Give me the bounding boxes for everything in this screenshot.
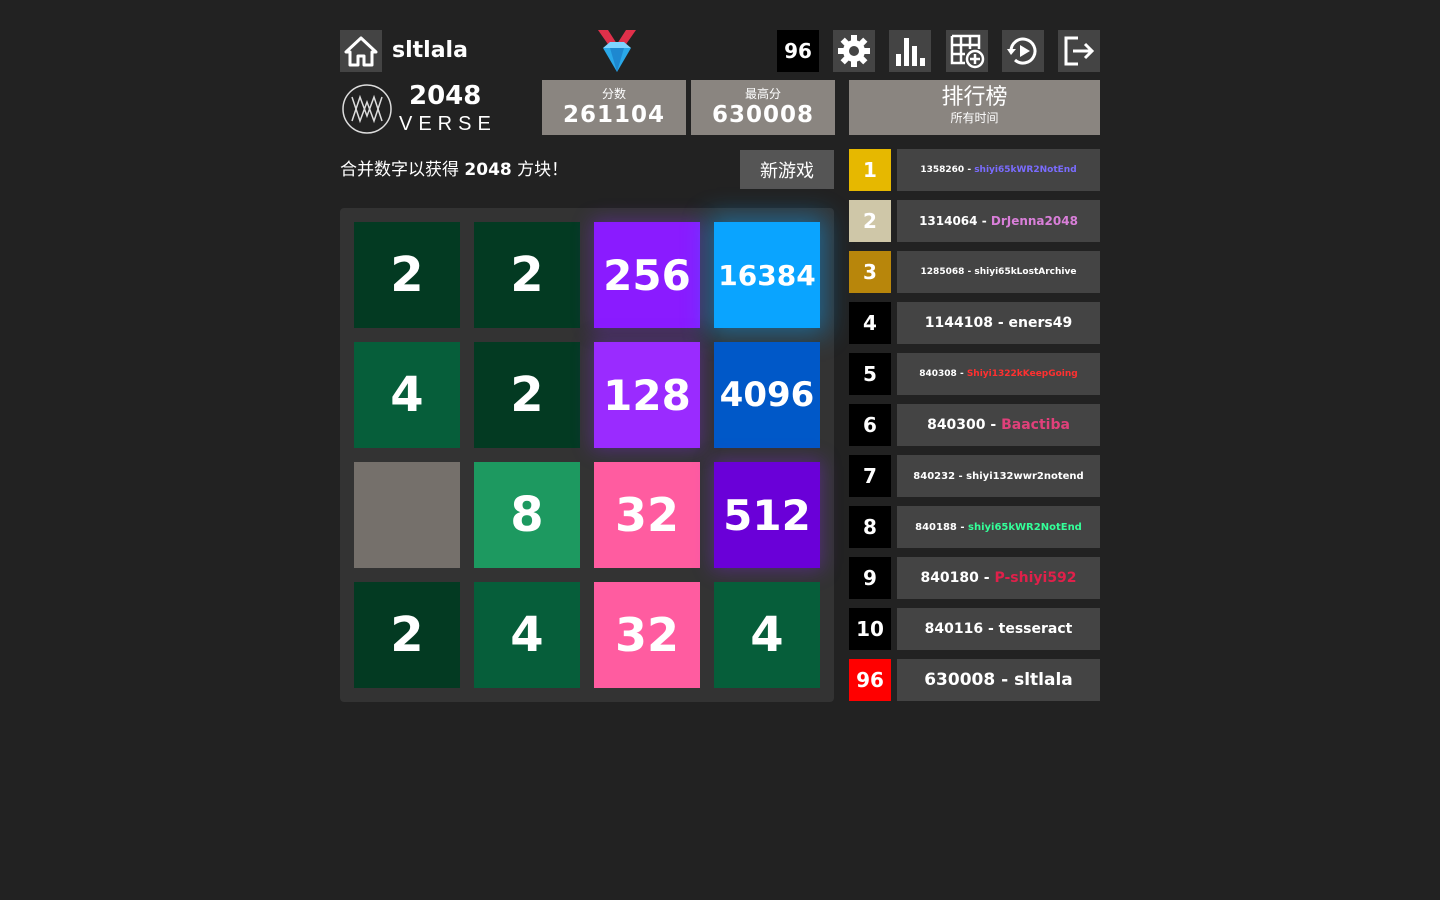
leaderboard-score: 1314064 - (919, 214, 991, 228)
stats-button[interactable] (889, 30, 931, 72)
leaderboard-player-name: DrJenna2048 (990, 214, 1078, 228)
leaderboard-rank: 6 (849, 404, 891, 446)
leaderboard-entry[interactable]: 1285068 - shiyi65kLostArchive (897, 251, 1100, 293)
logout-button[interactable] (1058, 30, 1100, 72)
leaderboard-player-name: Baactiba (1001, 417, 1070, 433)
empty-tile (354, 462, 460, 568)
new-game-button[interactable]: 新游戏 (740, 150, 834, 189)
leaderboard-score: 840232 - (913, 470, 967, 482)
new-board-button[interactable] (946, 30, 988, 72)
leaderboard-rank: 10 (849, 608, 891, 650)
replay-button[interactable] (1002, 30, 1044, 72)
game-logo-icon (340, 82, 394, 136)
leaderboard-entry[interactable]: 840308 - Shiyi1322kKeepGoing (897, 353, 1100, 395)
leaderboard-rank: 4 (849, 302, 891, 344)
leaderboard-score: 1285068 - (920, 267, 975, 277)
leaderboard-score: 840116 - (924, 621, 999, 637)
leaderboard-rank: 5 (849, 353, 891, 395)
leaderboard-entry[interactable]: 1144108 - eners49 (897, 302, 1100, 344)
home-icon (344, 35, 378, 67)
leaderboard-rank: 2 (849, 200, 891, 242)
tile-32: 32 (594, 582, 700, 688)
leaderboard-player-name: eners49 (1008, 315, 1073, 331)
leaderboard-player-name: P-shiyi592 (994, 570, 1077, 586)
leaderboard-entry[interactable]: 1314064 - DrJenna2048 (897, 200, 1100, 242)
grid-add-icon (949, 33, 985, 69)
leaderboard-player-name: shiyi65kLostArchive (974, 267, 1077, 277)
leaderboard-player-name: shiyi65kWR2NotEnd (968, 521, 1082, 533)
leaderboard-rank: 8 (849, 506, 891, 548)
logo-title: 2048 (409, 81, 482, 111)
score-value: 261104 (562, 102, 666, 128)
best-score-value: 630008 (711, 102, 815, 128)
leaderboard-score: 840180 - (920, 570, 995, 586)
leaderboard-score: 840300 - (927, 417, 1002, 433)
leaderboard-rank: 1 (849, 149, 891, 191)
leaderboard-rank: 7 (849, 455, 891, 497)
leaderboard-rank: 9 (849, 557, 891, 599)
score-label: 分数 (601, 87, 626, 101)
leaderboard-title: 排行榜 (941, 85, 1008, 110)
leaderboard-player-name: shiyi65kWR2NotEnd (974, 165, 1077, 175)
tile-256: 256 (594, 222, 700, 328)
logo-subtitle: VERSE (399, 113, 497, 135)
logout-icon (1062, 34, 1096, 68)
medal-diamond-icon[interactable] (596, 28, 638, 74)
gear-icon (837, 34, 871, 68)
game-intro-text: 合并数字以获得 2048 方块！ (340, 160, 569, 180)
leaderboard-period: 所有时间 (950, 111, 999, 125)
leaderboard-entry[interactable]: 840116 - tesseract (897, 608, 1100, 650)
game-board[interactable]: 2 2 256 16384 4 2 128 4096 8 32 512 2 4 32 4 (340, 208, 834, 702)
leaderboard-entry[interactable]: 840232 - shiyi132wwr2notend (897, 455, 1100, 497)
best-score-label: 最高分 (744, 87, 781, 101)
tile-4: 4 (474, 582, 580, 688)
tile-2: 2 (354, 222, 460, 328)
tile-8: 8 (474, 462, 580, 568)
leaderboard-score: 1144108 - (924, 315, 1009, 331)
tile-2: 2 (474, 342, 580, 448)
score-box: 分数 261104 (542, 80, 686, 135)
leaderboard-entry[interactable]: 630008 - sltlala (897, 659, 1100, 701)
leaderboard-player-name: shiyi132wwr2notend (966, 470, 1084, 482)
leaderboard-entry[interactable]: 840180 - P-shiyi592 (897, 557, 1100, 599)
leaderboard-entry[interactable]: 840188 - shiyi65kWR2NotEnd (897, 506, 1100, 548)
tile-2: 2 (474, 222, 580, 328)
leaderboard-score: 840308 - (919, 369, 967, 379)
leaderboard-entry[interactable]: 1358260 - shiyi65kWR2NotEnd (897, 149, 1100, 191)
home-button[interactable] (340, 30, 382, 72)
settings-button[interactable] (833, 30, 875, 72)
replay-icon (1005, 33, 1041, 69)
leaderboard-rank: 3 (849, 251, 891, 293)
leaderboard-score: 630008 - (924, 670, 1015, 690)
leaderboard-rank: 96 (849, 659, 891, 701)
stats-bars-icon (893, 34, 927, 68)
tile-4: 4 (354, 342, 460, 448)
tile-32: 32 (594, 462, 700, 568)
leaderboard-entry[interactable]: 840300 - Baactiba (897, 404, 1100, 446)
leaderboard-player-name: tesseract (998, 621, 1073, 637)
leaderboard-header[interactable]: 排行榜 所有时间 (849, 80, 1100, 135)
tile-16384: 16384 (714, 222, 820, 328)
leaderboard-player-name: sltlala (1014, 670, 1073, 690)
tile-2: 2 (354, 582, 460, 688)
tile-4096: 4096 (714, 342, 820, 448)
leaderboard-score: 840188 - (915, 521, 969, 533)
username-label: sltlala (392, 38, 468, 63)
leaderboard-score: 1358260 - (920, 165, 975, 175)
tile-512: 512 (714, 462, 820, 568)
leaderboard-player-name: Shiyi1322kKeepGoing (966, 369, 1078, 379)
tile-128: 128 (594, 342, 700, 448)
best-score-box: 最高分 630008 (691, 80, 835, 135)
tile-4: 4 (714, 582, 820, 688)
user-rank-badge[interactable]: 96 (777, 30, 819, 72)
